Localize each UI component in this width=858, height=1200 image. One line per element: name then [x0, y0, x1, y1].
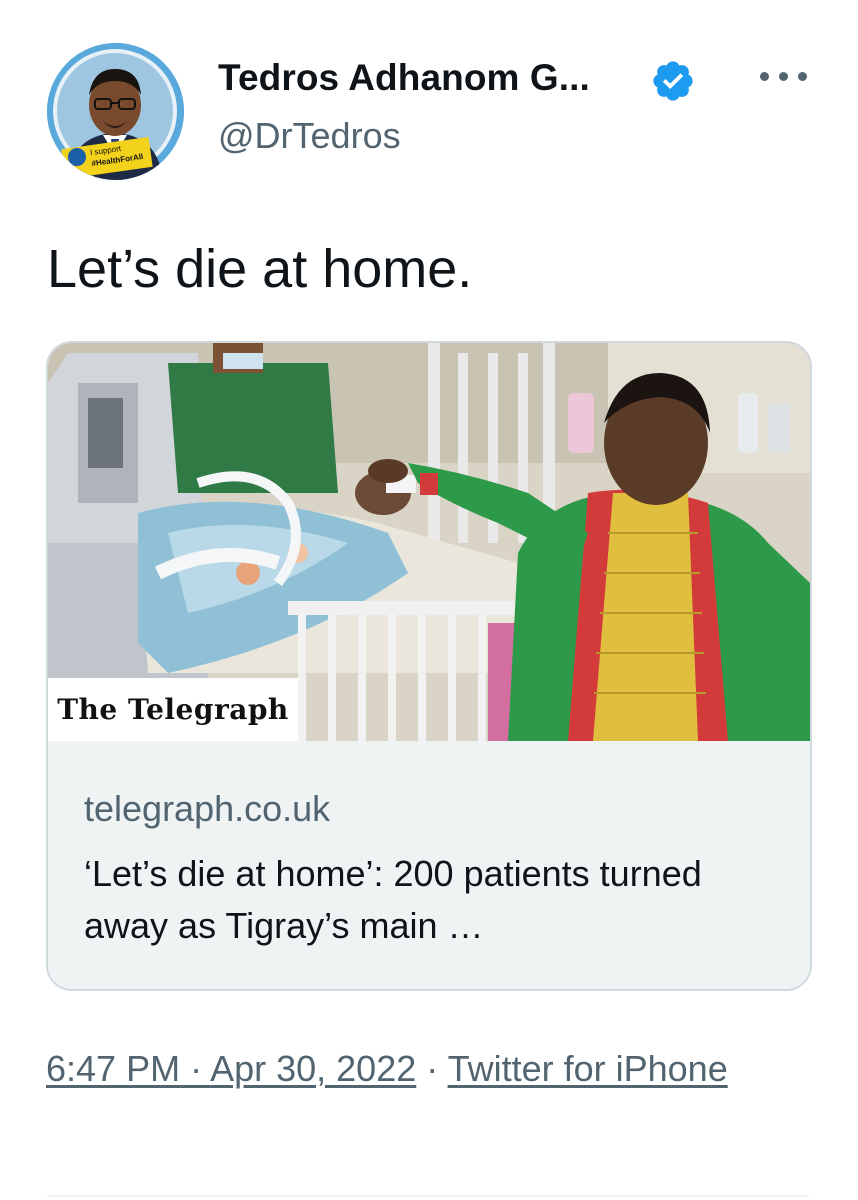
verified-badge-icon	[653, 61, 693, 101]
divider	[47, 1195, 809, 1197]
tweet-source-link[interactable]: Twitter for iPhone	[448, 1048, 728, 1089]
author-name[interactable]: Tedros Adhanom G...	[218, 57, 590, 99]
card-details[interactable]: telegraph.co.uk ‘Let’s die at home’: 200…	[48, 741, 810, 989]
card-domain: telegraph.co.uk	[84, 788, 331, 829]
tweet-text: Let’s die at home.	[47, 239, 473, 299]
publisher-logo: The Telegraph	[48, 678, 298, 741]
link-card[interactable]: The Telegraph telegraph.co.uk ‘Let’s die…	[46, 341, 812, 991]
card-image[interactable]: The Telegraph	[48, 343, 810, 741]
meta-separator: ·	[416, 1048, 448, 1089]
publisher-name: The Telegraph	[57, 693, 289, 726]
meta-separator: ·	[180, 1048, 211, 1089]
avatar[interactable]: I support #HealthForAll	[47, 43, 184, 180]
tweet-date: Apr 30, 2022	[210, 1048, 417, 1089]
card-title: ‘Let’s die at home’: 200 patients turned…	[84, 853, 702, 946]
more-options-icon[interactable]	[760, 60, 808, 90]
author-handle[interactable]: @DrTedros	[218, 115, 401, 157]
tweet-time: 6:47 PM	[46, 1048, 181, 1089]
avatar-photo: I support #HealthForAll	[47, 43, 184, 180]
timestamp-link[interactable]: 6:47 PM · Apr 30, 2022	[46, 1048, 416, 1089]
tweet-metadata: 6:47 PM · Apr 30, 2022 · Twitter for iPh…	[46, 1040, 786, 1098]
